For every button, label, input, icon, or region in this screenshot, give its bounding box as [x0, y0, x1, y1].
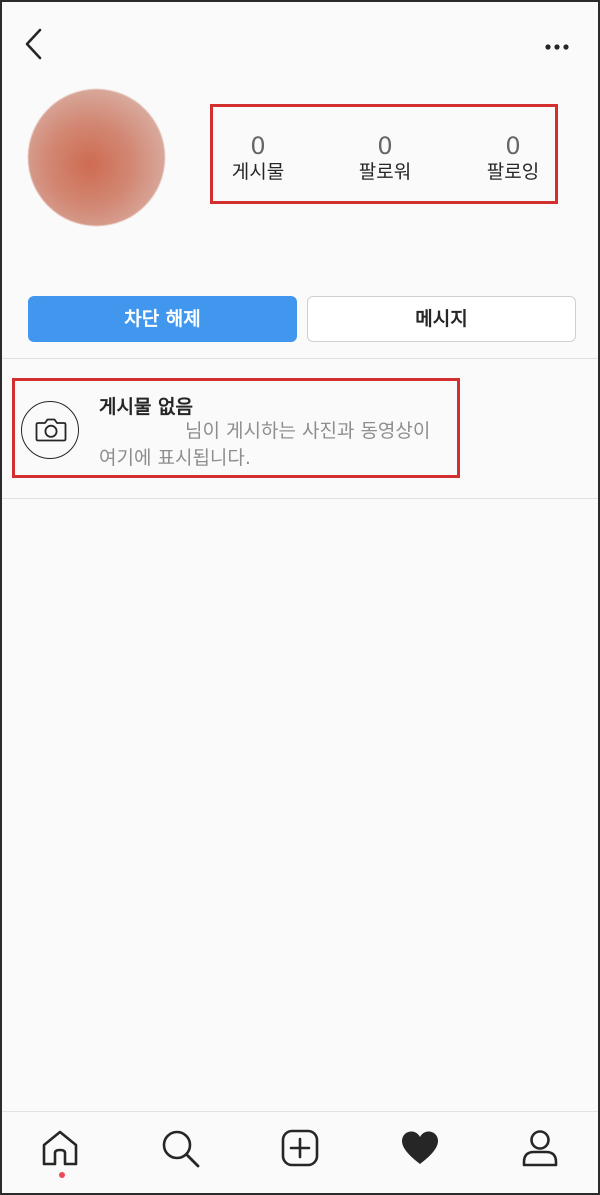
tab-add-post[interactable] [278, 1126, 322, 1170]
search-icon [162, 1130, 200, 1168]
home-icon [42, 1130, 78, 1166]
tab-home[interactable] [38, 1126, 82, 1170]
profile-avatar[interactable] [28, 89, 165, 226]
back-button[interactable] [18, 24, 52, 64]
posts-label: 게시물 [231, 161, 285, 183]
followers-label: 팔로워 [358, 161, 412, 183]
tab-search[interactable] [158, 1126, 202, 1170]
empty-state-desc-line2: 여기에 표시됩니다. [99, 447, 251, 469]
tab-activity[interactable] [398, 1126, 442, 1170]
stat-following[interactable]: 0 팔로잉 [463, 133, 563, 185]
posts-count: 0 [250, 132, 266, 160]
bottom-tab-bar [2, 1112, 598, 1193]
message-button[interactable]: 메시지 [307, 296, 576, 342]
more-horizontal-icon [545, 44, 569, 50]
profile-icon [522, 1130, 558, 1167]
more-options-button[interactable] [538, 32, 578, 62]
camera-icon-circle [21, 401, 79, 459]
tab-profile[interactable] [518, 1126, 562, 1170]
top-bar [2, 2, 598, 88]
screen: 0 게시물 0 팔로워 0 팔로잉 차단 해제 메시지 게시물 없음 님이 게시… [0, 0, 600, 1195]
following-count: 0 [505, 132, 521, 160]
followers-count: 0 [377, 132, 393, 160]
empty-state-description: 님이 게시하는 사진과 동영상이 여기에 표시됩니다. [99, 418, 459, 472]
stat-followers[interactable]: 0 팔로워 [335, 133, 435, 185]
divider [2, 498, 598, 499]
heart-icon [402, 1131, 438, 1164]
stat-posts[interactable]: 0 게시물 [208, 133, 308, 185]
chevron-left-icon [25, 28, 42, 60]
divider [2, 358, 598, 359]
empty-state-title: 게시물 없음 [99, 396, 194, 418]
camera-icon [35, 418, 67, 442]
following-label: 팔로잉 [486, 161, 540, 183]
add-post-icon [281, 1129, 319, 1167]
unblock-button[interactable]: 차단 해제 [28, 296, 297, 342]
empty-state-desc-line1: 님이 게시하는 사진과 동영상이 [185, 420, 431, 442]
profile-stats: 0 게시물 0 팔로워 0 팔로잉 [210, 104, 558, 204]
empty-posts-state: 게시물 없음 님이 게시하는 사진과 동영상이 여기에 표시됩니다. [12, 378, 460, 478]
home-notification-dot [59, 1172, 65, 1178]
